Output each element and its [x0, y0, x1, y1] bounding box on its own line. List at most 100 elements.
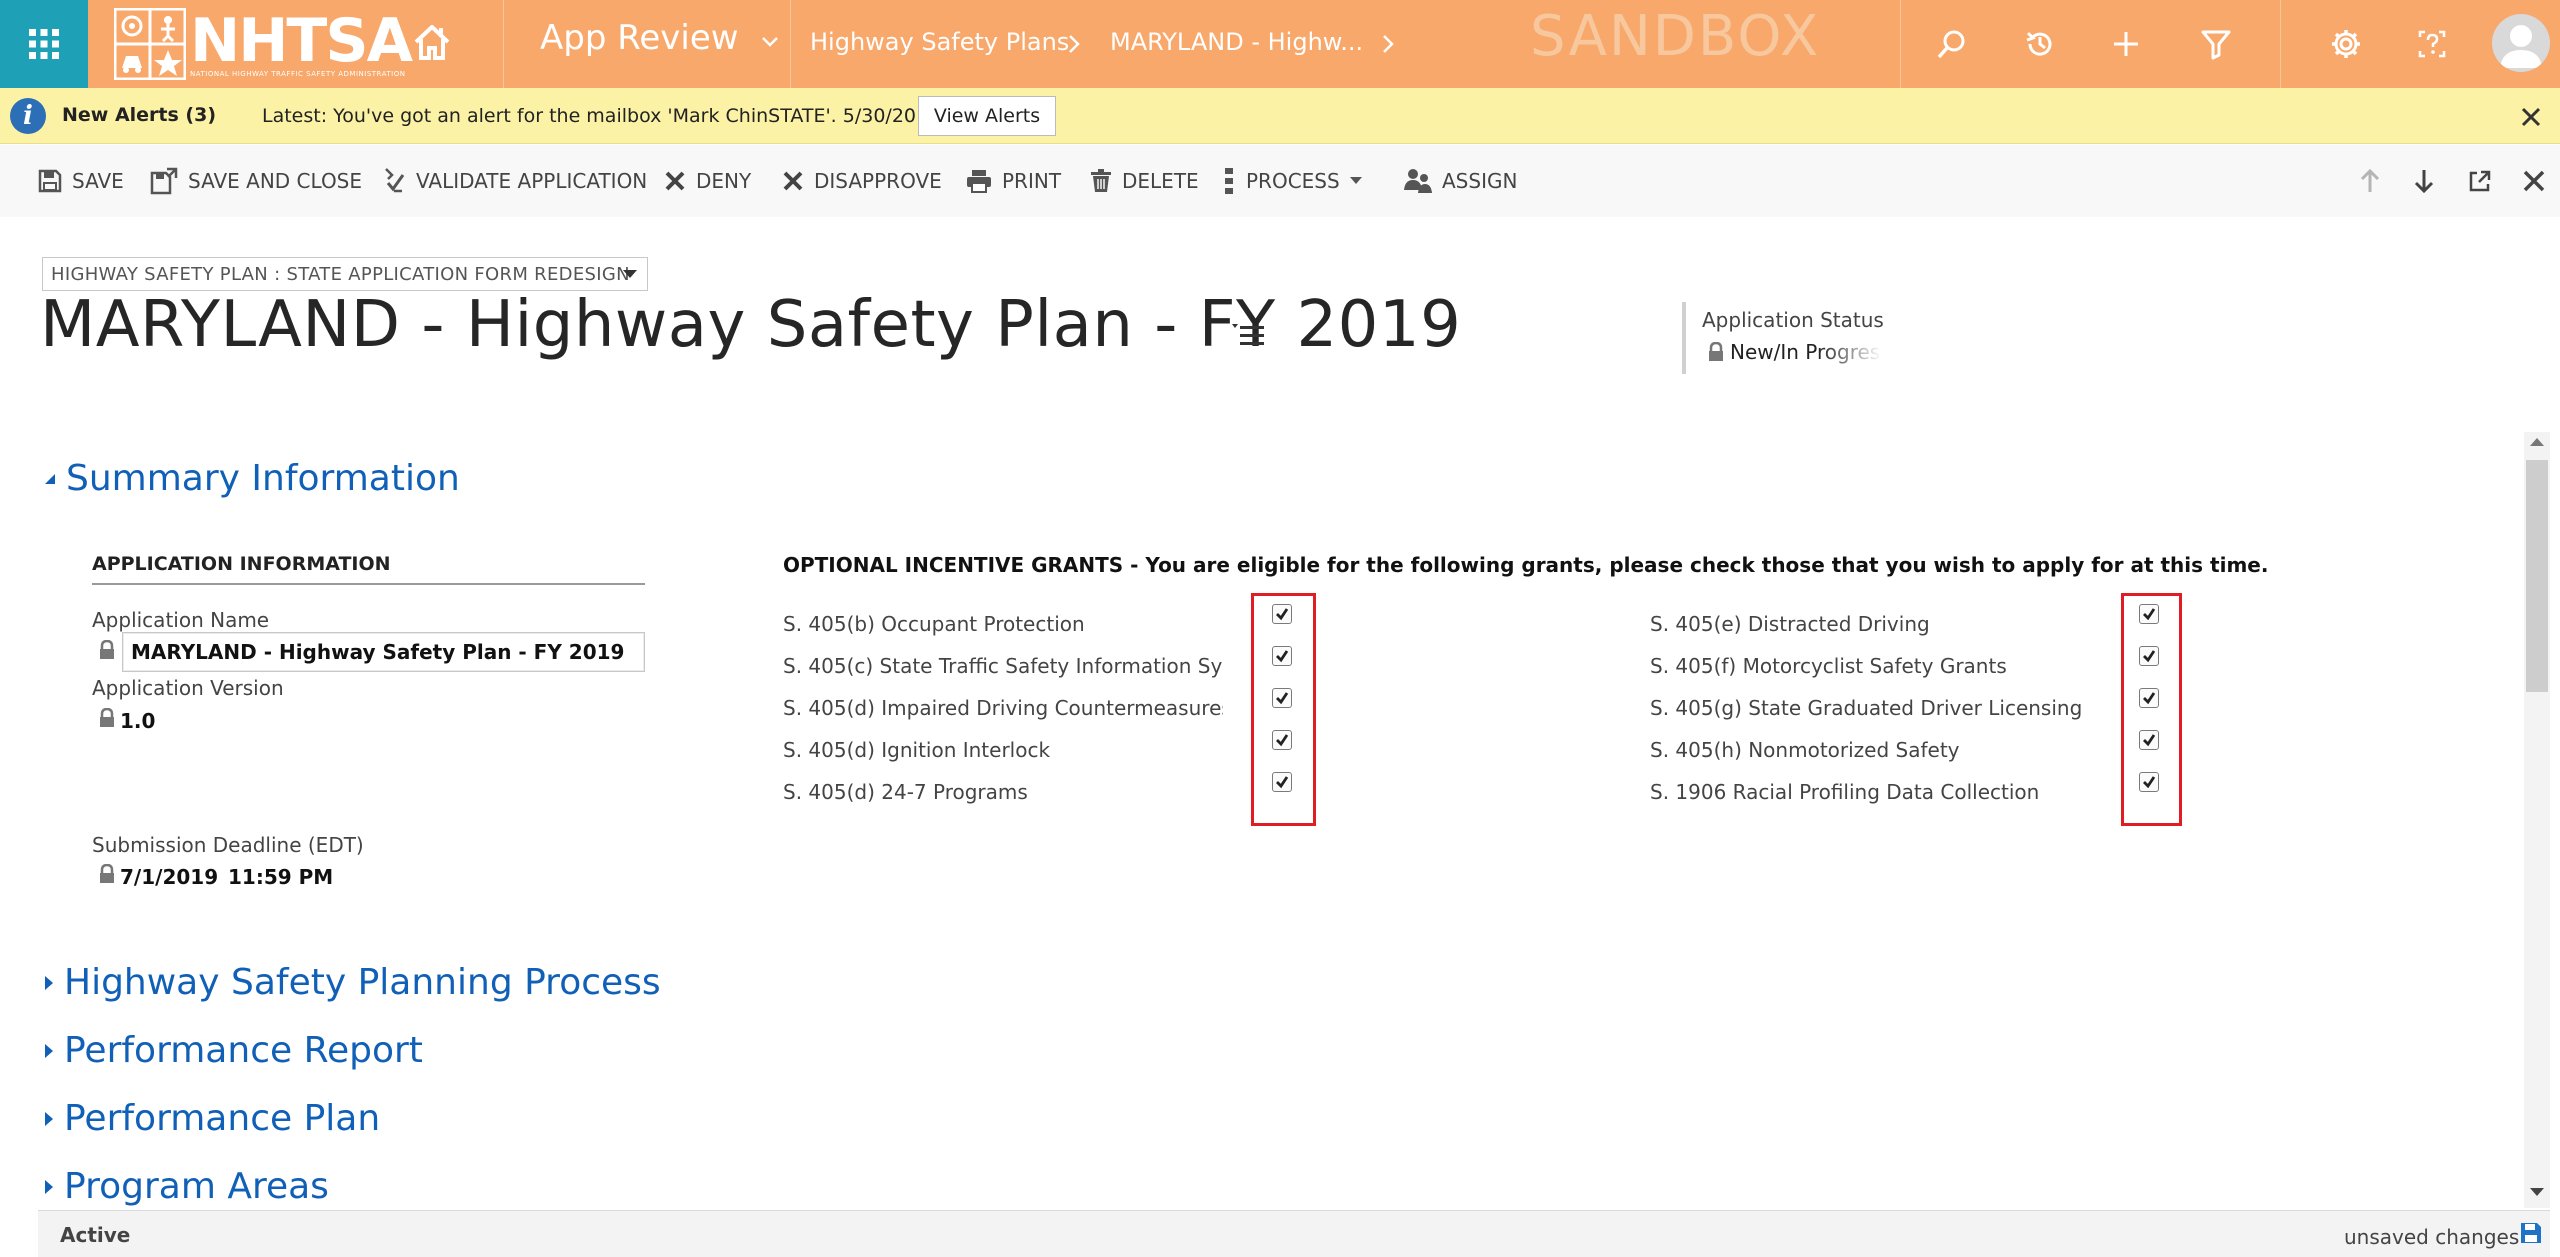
grant-label: S. 405(d) 24-7 Programs [783, 780, 1028, 804]
disapprove-button[interactable]: DISAPPROVE [782, 165, 942, 197]
application-information-heading: APPLICATION INFORMATION [92, 553, 645, 585]
app-name: App Review [540, 18, 739, 58]
home-icon[interactable] [412, 22, 452, 62]
disapprove-label: DISAPPROVE [814, 169, 942, 193]
check-icon [1276, 608, 1289, 621]
nav-divider [2280, 0, 2281, 88]
gear-icon[interactable] [2326, 24, 2366, 64]
plus-icon[interactable] [2106, 24, 2146, 64]
logo-subtitle: NATIONAL HIGHWAY TRAFFIC SAFETY ADMINIST… [190, 70, 406, 78]
status-divider [1682, 302, 1686, 374]
scrollbar-thumb[interactable] [2526, 460, 2548, 692]
top-navigation-bar: NHTSA NATIONAL HIGHWAY TRAFFIC SAFETY AD… [0, 0, 2560, 88]
app-switcher[interactable]: App Review [540, 18, 779, 58]
arrow-down-icon[interactable] [2408, 165, 2440, 197]
breadcrumb-highway-safety-plans[interactable]: Highway Safety Plans [810, 28, 1069, 56]
section-title: Performance Plan [64, 1098, 381, 1139]
deny-label: DENY [696, 169, 752, 193]
nhtsa-logo[interactable]: NHTSA NATIONAL HIGHWAY TRAFFIC SAFETY AD… [114, 6, 413, 82]
process-icon [1225, 168, 1233, 194]
lock-icon [100, 640, 114, 659]
delete-button[interactable]: DELETE [1090, 165, 1199, 197]
alert-count[interactable]: New Alerts (3) [62, 104, 216, 126]
status-footer: Active unsaved changes [38, 1210, 2550, 1257]
application-name-value: MARYLAND - Highway Safety Plan - FY 2019 [131, 640, 625, 664]
form-selector[interactable]: HIGHWAY SAFETY PLAN : STATE APPLICATION … [42, 257, 648, 291]
grant-checkbox-405d-24-7[interactable] [1272, 772, 1292, 792]
save-button[interactable]: SAVE [38, 165, 124, 197]
print-button[interactable]: PRINT [966, 165, 1061, 197]
pop-out-icon[interactable] [2464, 165, 2496, 197]
caret-down-icon [623, 270, 637, 278]
save-icon [38, 169, 62, 193]
filter-icon[interactable] [2196, 24, 2236, 64]
environment-watermark: SANDBOX [1530, 4, 1821, 69]
check-icon [1276, 734, 1289, 747]
grant-label: S. 405(g) State Graduated Driver Licensi… [1650, 696, 2088, 720]
chevron-right-icon [1069, 35, 1080, 53]
arrow-up-icon[interactable] [2354, 165, 2386, 197]
section-performance-plan[interactable]: Performance Plan [44, 1098, 380, 1139]
scroll-down-arrow-icon[interactable] [2528, 1186, 2546, 1198]
nhtsa-seal-icon [114, 8, 186, 80]
grant-checkbox-405d-impaired[interactable] [1272, 688, 1292, 708]
chevron-right-icon[interactable] [1382, 34, 1394, 54]
waffle-grid-icon[interactable] [0, 0, 88, 88]
grant-checkbox-405b[interactable] [1272, 604, 1292, 624]
search-icon[interactable] [1932, 24, 1972, 64]
close-record-icon[interactable] [2518, 165, 2550, 197]
alert-message: Latest: You've got an alert for the mail… [262, 105, 1025, 127]
alert-bar: i New Alerts (3) Latest: You've got an a… [0, 88, 2560, 144]
grant-label: S. 405(c) State Traffic Safety Informati… [783, 654, 1223, 678]
save-and-close-button[interactable]: SAVE AND CLOSE [150, 165, 362, 197]
check-icon [2143, 692, 2156, 705]
grant-checkbox-405f[interactable] [2139, 646, 2159, 666]
application-status: New/In Progress [1708, 340, 1890, 364]
expand-triangle-icon [45, 1179, 53, 1194]
section-program-areas[interactable]: Program Areas [44, 1166, 329, 1207]
grant-checkbox-1906[interactable] [2139, 772, 2159, 792]
check-icon [1276, 650, 1289, 663]
unsaved-changes-text: unsaved changes [2344, 1225, 2520, 1249]
command-bar: SAVE SAVE AND CLOSE VALIDATE APPLICATION… [0, 145, 2560, 217]
validate-application-button[interactable]: VALIDATE APPLICATION [382, 165, 647, 197]
recent-icon[interactable] [2020, 24, 2060, 64]
grant-checkbox-405h[interactable] [2139, 730, 2159, 750]
section-title: Highway Safety Planning Process [64, 962, 661, 1003]
application-name-field[interactable]: MARYLAND - Highway Safety Plan - FY 2019 [122, 632, 645, 672]
section-title: Summary Information [66, 458, 460, 499]
assign-button[interactable]: ASSIGN [1404, 165, 1517, 197]
section-highway-safety-planning-process[interactable]: Highway Safety Planning Process [44, 962, 661, 1003]
trash-icon [1091, 169, 1111, 192]
grant-checkbox-405g[interactable] [2139, 688, 2159, 708]
grant-label: S. 1906 Racial Profiling Data Collection [1650, 780, 2040, 804]
deny-button[interactable]: DENY [664, 165, 751, 197]
assign-label: ASSIGN [1442, 169, 1518, 193]
grant-label: S. 405(d) Ignition Interlock [783, 738, 1051, 762]
close-icon[interactable] [2516, 102, 2546, 132]
grant-checkbox-405e[interactable] [2139, 604, 2159, 624]
save-and-close-label: SAVE AND CLOSE [188, 169, 363, 193]
breadcrumb-current-record[interactable]: MARYLAND - Highw... [1110, 28, 1363, 56]
save-icon[interactable] [2520, 1222, 2542, 1244]
record-menu-icon[interactable] [1230, 322, 1266, 350]
grant-label: S. 405(f) Motorcyclist Safety Grants [1650, 654, 2007, 678]
scroll-up-arrow-icon[interactable] [2528, 436, 2546, 448]
help-icon[interactable] [2412, 24, 2452, 64]
check-icon [2143, 650, 2156, 663]
form-selector-label: HIGHWAY SAFETY PLAN : STATE APPLICATION … [51, 263, 630, 285]
section-summary-information[interactable]: Summary Information [44, 458, 460, 499]
process-label: PROCESS [1246, 169, 1340, 193]
grant-checkbox-405d-ignition[interactable] [1272, 730, 1292, 750]
process-dropdown-button[interactable]: PROCESS [1222, 165, 1372, 197]
view-alerts-button[interactable]: View Alerts [918, 96, 1056, 136]
info-icon: i [10, 98, 46, 134]
grant-checkbox-405c[interactable] [1272, 646, 1292, 666]
nav-divider [503, 0, 504, 88]
optional-incentive-grants-heading: OPTIONAL INCENTIVE GRANTS - You are elig… [783, 553, 2269, 577]
submission-deadline-time: 11:59 PM [228, 865, 334, 889]
caret-down-icon [1349, 177, 1362, 184]
section-performance-report[interactable]: Performance Report [44, 1030, 423, 1071]
user-avatar-icon[interactable] [2492, 14, 2550, 72]
submission-deadline-date: 7/1/2019 [120, 865, 219, 889]
